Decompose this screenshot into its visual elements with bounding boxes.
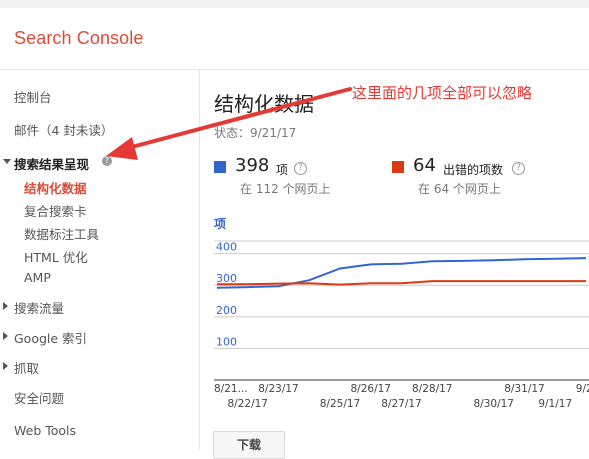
x-tick-label: 8/25/17 [320,398,360,410]
x-tick-label: 8/22/17 [228,398,268,410]
structured-data-chart: 400 300 200 100 8/21... 8/23/17 8/26/17 8/28/1… [214,240,589,410]
y-tick-label: 100 [216,335,237,348]
x-tick-label: 8/28/17 [412,383,452,395]
x-tick-label: 8/26/17 [351,383,391,395]
series-line-errors[interactable] [217,280,586,286]
x-tick-label: 8/27/17 [381,398,421,410]
x-tick-label: 8/31/17 [504,383,544,395]
y-tick-label: 400 [216,241,237,254]
download-button[interactable]: 下载 [213,431,285,459]
x-tick-label: 9/2/ [576,383,589,395]
y-tick-label: 200 [216,304,237,317]
x-tick-label: 8/21... [214,383,248,395]
x-tick-label: 9/1/17 [538,398,572,410]
x-tick-label: 8/23/17 [258,383,298,395]
x-tick-label: 8/30/17 [474,398,514,410]
y-tick-label: 300 [216,272,237,285]
